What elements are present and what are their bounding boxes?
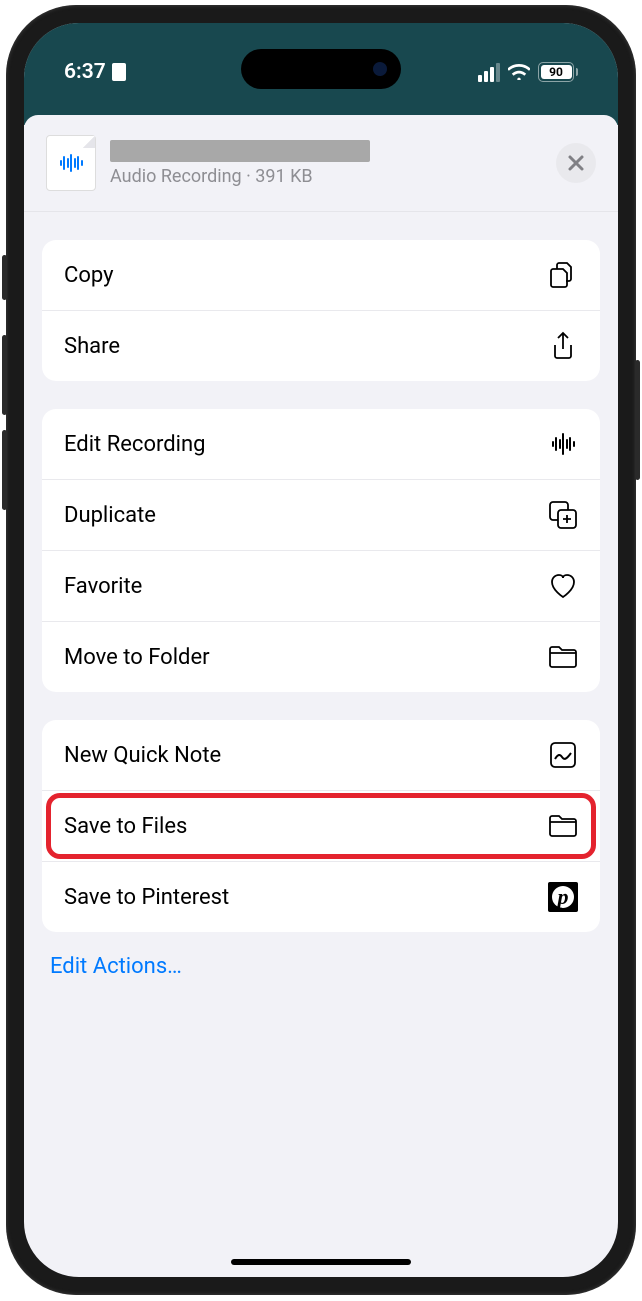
duplicate-icon — [548, 500, 578, 530]
row-label: Favorite — [64, 574, 142, 599]
edit-actions-link[interactable]: Edit Actions… — [24, 932, 618, 1001]
row-label: Share — [64, 334, 120, 359]
power-button — [635, 360, 640, 480]
row-share[interactable]: Share — [42, 310, 600, 381]
file-subtitle: Audio Recording · 391 KB — [110, 166, 542, 187]
row-duplicate[interactable]: Duplicate — [42, 479, 600, 550]
volume-up-button — [2, 335, 7, 415]
header-text: Audio Recording · 391 KB — [110, 140, 542, 187]
row-label: Save to Files — [64, 814, 187, 839]
row-label: Duplicate — [64, 503, 156, 528]
audio-file-icon — [46, 135, 96, 191]
row-label: New Quick Note — [64, 743, 221, 768]
folder-icon — [548, 811, 578, 841]
heart-icon — [548, 571, 578, 601]
pinterest-icon: p — [548, 882, 578, 912]
row-label: Edit Recording — [64, 432, 206, 457]
battery-icon: 90 — [538, 62, 578, 82]
phone-frame: 6:37 90 — [6, 5, 636, 1295]
camera-dot — [373, 62, 387, 76]
close-button[interactable] — [556, 143, 596, 183]
row-label: Move to Folder — [64, 645, 210, 670]
waveform-icon — [548, 429, 578, 459]
row-save-to-pinterest[interactable]: Save to Pinterest p — [42, 861, 600, 932]
row-save-to-files[interactable]: Save to Files — [42, 790, 600, 861]
row-label: Copy — [64, 263, 114, 288]
row-label: Save to Pinterest — [64, 885, 229, 910]
sim-icon — [112, 63, 126, 81]
cellular-icon — [478, 63, 500, 82]
file-title-redacted — [110, 140, 370, 162]
wifi-icon — [508, 64, 530, 80]
screen: 6:37 90 — [24, 23, 618, 1277]
quicknote-icon — [548, 740, 578, 770]
action-group: New Quick Note Save to Files Save to Pin… — [42, 720, 600, 932]
home-indicator[interactable] — [231, 1259, 411, 1265]
status-left: 6:37 — [64, 60, 126, 84]
dynamic-island — [241, 49, 401, 89]
action-group: Copy Share — [42, 240, 600, 381]
status-time: 6:37 — [64, 60, 106, 84]
action-group: Edit Recording Duplicate Favorite — [42, 409, 600, 692]
volume-down-button — [2, 430, 7, 510]
row-move-to-folder[interactable]: Move to Folder — [42, 621, 600, 692]
battery-level: 90 — [549, 65, 563, 79]
row-favorite[interactable]: Favorite — [42, 550, 600, 621]
status-right: 90 — [478, 62, 578, 82]
row-copy[interactable]: Copy — [42, 240, 600, 310]
sheet-header: Audio Recording · 391 KB — [24, 115, 618, 212]
mute-switch — [2, 255, 7, 300]
row-edit-recording[interactable]: Edit Recording — [42, 409, 600, 479]
folder-icon — [548, 642, 578, 672]
share-icon — [548, 331, 578, 361]
share-sheet: Audio Recording · 391 KB Copy Share — [24, 115, 618, 1041]
close-icon — [567, 154, 585, 172]
row-new-quick-note[interactable]: New Quick Note — [42, 720, 600, 790]
copy-icon — [548, 260, 578, 290]
